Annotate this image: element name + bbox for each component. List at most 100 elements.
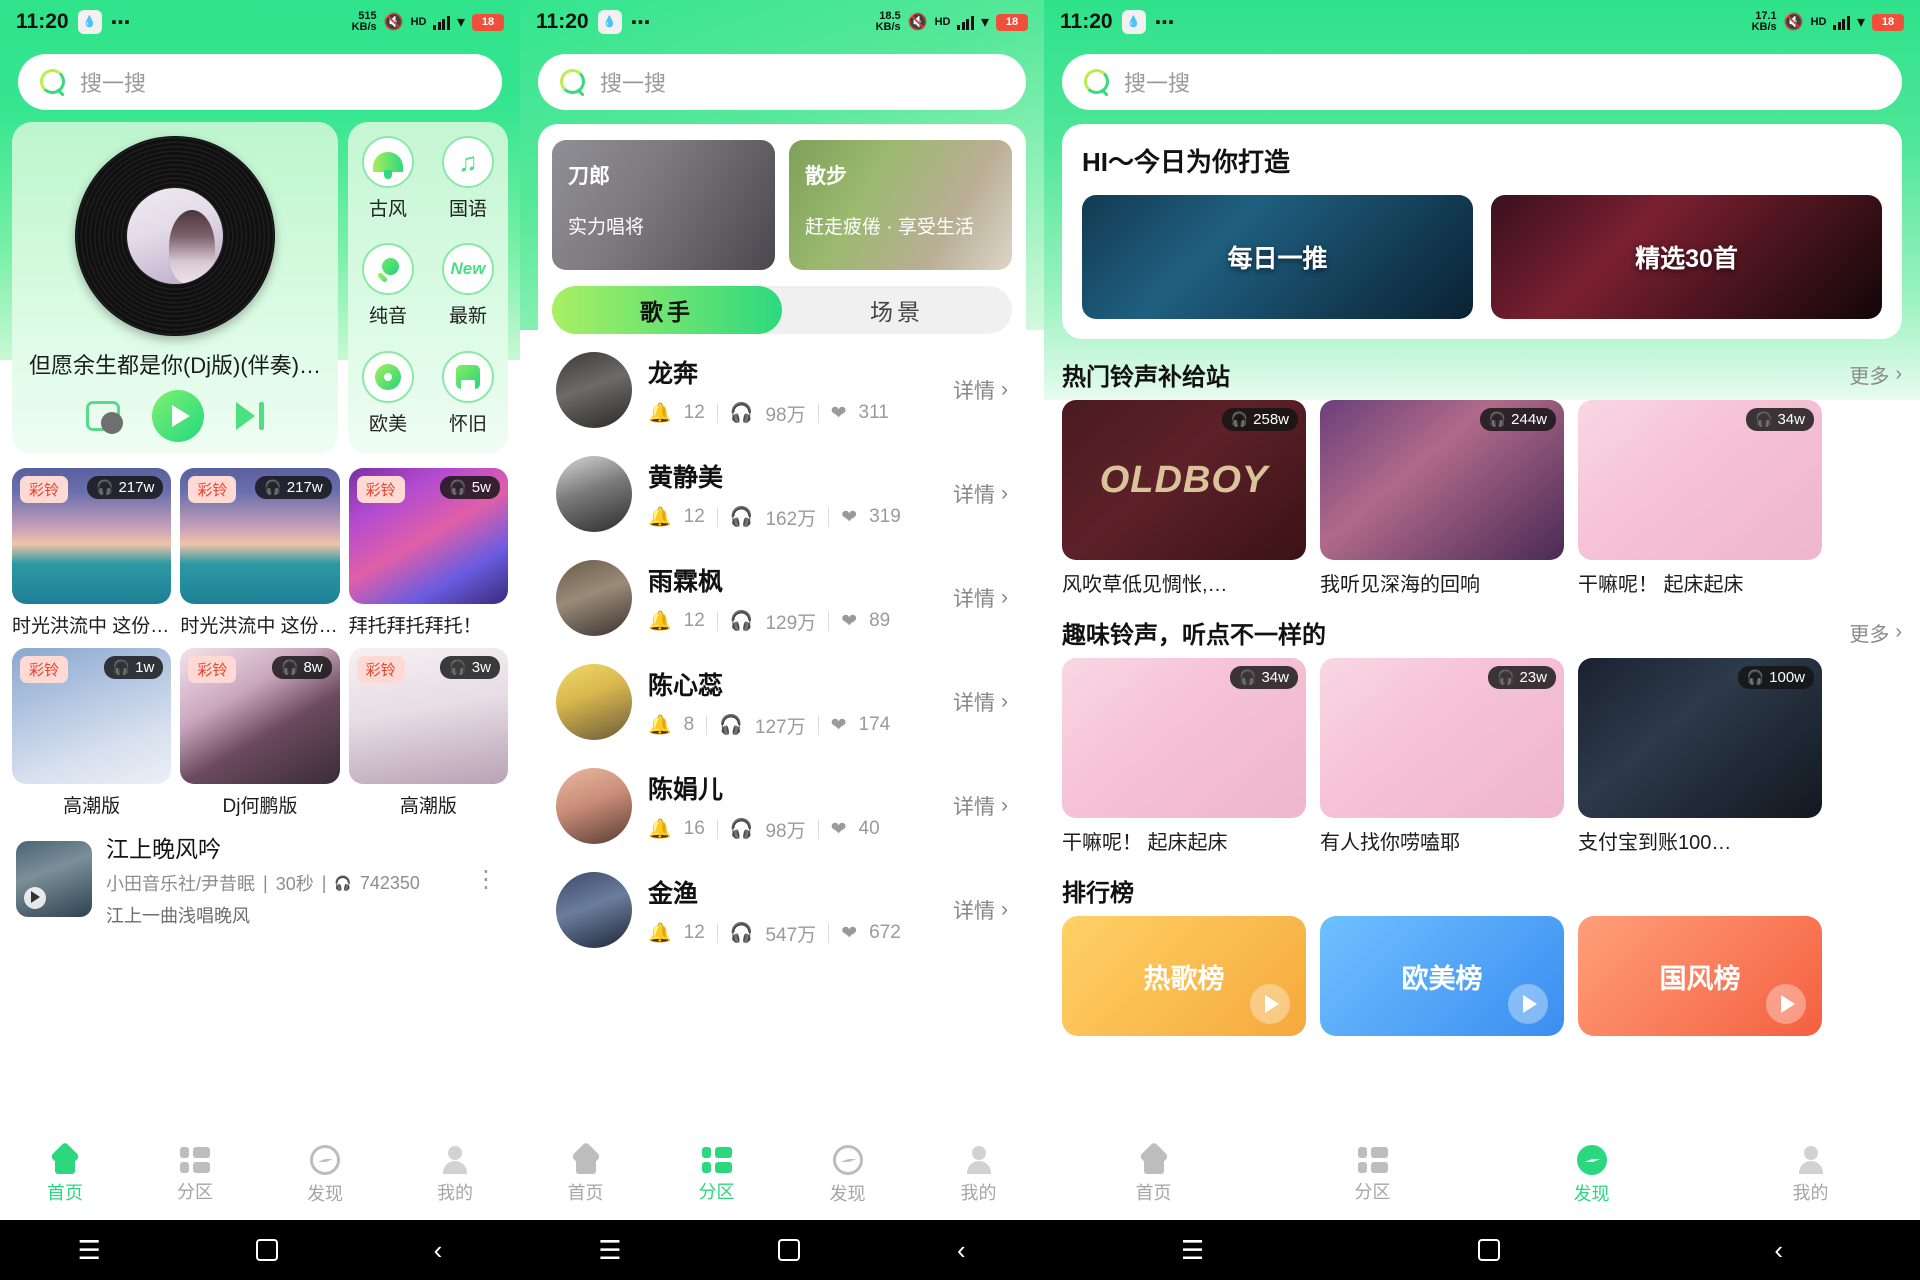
thumb-caption: 时光洪流中 这份… bbox=[12, 616, 170, 637]
hero-card-selection[interactable]: 精选30首 bbox=[1491, 195, 1882, 319]
headphone-icon: 🎧 bbox=[281, 659, 299, 675]
ringtone-card[interactable]: 🎧 34w 干嘛呢！ 起床起床 bbox=[1578, 400, 1822, 597]
ringtone-card[interactable]: OLDBOY 🎧 258w 风吹草低见惆怅,… bbox=[1062, 400, 1306, 597]
rank-card-western[interactable]: 欧美榜 bbox=[1320, 916, 1564, 1036]
rank-card-guofeng[interactable]: 国风榜 bbox=[1578, 916, 1822, 1036]
search-input[interactable]: 搜一搜 bbox=[600, 66, 666, 98]
home-square-icon[interactable] bbox=[256, 1239, 279, 1261]
artist-list-item[interactable]: 陈心蕊 🔔 8 🎧 127万 ❤ 174 详情 › bbox=[552, 650, 1012, 754]
category-item-guoyu[interactable]: ♫ 国语 bbox=[428, 136, 508, 229]
rank-card-hot[interactable]: 热歌榜 bbox=[1062, 916, 1306, 1036]
artist-list-item[interactable]: 金渔 🔔 12 🎧 547万 ❤ 672 详情 › bbox=[552, 858, 1012, 962]
next-track-icon[interactable] bbox=[236, 402, 264, 430]
menu-icon[interactable]: ☰ bbox=[78, 1235, 101, 1266]
segment-singer[interactable]: 歌手 bbox=[552, 286, 782, 334]
record-icon[interactable] bbox=[86, 401, 123, 434]
play-icon[interactable] bbox=[31, 891, 40, 903]
category-item-huaijiu[interactable]: 怀旧 bbox=[428, 350, 508, 444]
bell-icon: 🔔 bbox=[648, 923, 672, 944]
thumb-card[interactable]: 彩铃 🎧 3w 高潮版 bbox=[348, 648, 508, 818]
menu-icon[interactable]: ☰ bbox=[598, 1235, 621, 1266]
thumb-card[interactable]: 彩铃 🎧 1w 高潮版 bbox=[12, 648, 172, 818]
stat-divider bbox=[828, 611, 830, 631]
wifi-icon: ▾ bbox=[456, 14, 465, 31]
play-icon[interactable] bbox=[1508, 984, 1548, 1024]
tab-discover[interactable]: 发现 bbox=[782, 1144, 913, 1206]
play-icon[interactable] bbox=[152, 390, 204, 442]
ringtone-card[interactable]: 🎧 244w 我听见深海的回响 bbox=[1320, 400, 1564, 597]
detail-button[interactable]: 详情 › bbox=[953, 375, 1008, 405]
thumb-card[interactable]: 彩铃 🎧 217w 时光洪流中 这份… bbox=[180, 468, 340, 638]
song-list-item[interactable]: 江上晚风吟 小田音乐社/尹昔眠 | 30秒 | 🎧 742350 江上一曲浅唱晚… bbox=[0, 818, 520, 928]
thumb-card[interactable]: 彩铃 🎧 217w 时光洪流中 这份… bbox=[12, 468, 172, 638]
tab-mine[interactable]: 我的 bbox=[390, 1146, 520, 1205]
search-bar-panel2[interactable]: 搜一搜 bbox=[538, 54, 1026, 110]
tab-mine[interactable]: 我的 bbox=[1701, 1146, 1920, 1205]
tab-category[interactable]: 分区 bbox=[130, 1146, 260, 1204]
tab-home[interactable]: 首页 bbox=[1044, 1141, 1263, 1205]
ringtone-card[interactable]: 🎧 100w 支付宝到账100… bbox=[1578, 658, 1822, 855]
tab-mine[interactable]: 我的 bbox=[913, 1146, 1044, 1205]
headphone-icon: 🎧 bbox=[729, 403, 754, 424]
banner-daolang[interactable]: 刀郎 实力唱将 bbox=[552, 140, 775, 270]
hero-card-daily[interactable]: 每日一推 bbox=[1082, 195, 1473, 319]
player-card[interactable]: 但愿余生都是你(Dj版)(伴奏)… bbox=[12, 122, 338, 454]
play-count-badge: 🎧 244w bbox=[1479, 408, 1556, 431]
banner-walking[interactable]: 散步 赶走疲倦 · 享受生活 bbox=[789, 140, 1012, 270]
back-icon[interactable]: ‹ bbox=[957, 1235, 966, 1266]
headphone-icon: 🎧 bbox=[449, 479, 467, 495]
thumb-card[interactable]: 彩铃 🎧 5w 拜托拜托拜托！ bbox=[348, 468, 508, 638]
play-count-badge: 🎧 1w bbox=[103, 656, 164, 679]
category-item-guofeng[interactable]: 古风 bbox=[348, 136, 428, 229]
artist-list-item[interactable]: 黄静美 🔔 12 🎧 162万 ❤ 319 详情 › bbox=[552, 442, 1012, 546]
tab-discover[interactable]: 发现 bbox=[260, 1144, 390, 1206]
home-square-icon[interactable] bbox=[1478, 1239, 1501, 1261]
android-nav-bar-panel2: ☰ ‹ bbox=[520, 1220, 1044, 1280]
tag-badge: 彩铃 bbox=[20, 656, 69, 683]
detail-button[interactable]: 详情 › bbox=[953, 791, 1008, 821]
play-icon[interactable] bbox=[1250, 984, 1290, 1024]
user-icon bbox=[964, 1146, 994, 1174]
ringtone-card[interactable]: 🎧 23w 有人找你唠嗑耶 bbox=[1320, 658, 1564, 855]
search-bar-panel3[interactable]: 搜一搜 bbox=[1062, 54, 1902, 110]
tab-home[interactable]: 首页 bbox=[520, 1141, 651, 1205]
category-item-chunyin[interactable]: 纯音 bbox=[348, 243, 428, 336]
search-icon bbox=[560, 69, 586, 95]
more-button[interactable]: 更多 › bbox=[1849, 618, 1902, 647]
artist-list-item[interactable]: 龙奔 🔔 12 🎧 98万 ❤ 311 详情 › bbox=[552, 338, 1012, 442]
detail-button[interactable]: 详情 › bbox=[953, 895, 1008, 925]
search-input[interactable]: 搜一搜 bbox=[80, 66, 146, 98]
tab-category[interactable]: 分区 bbox=[651, 1146, 782, 1204]
tab-home[interactable]: 首页 bbox=[0, 1141, 130, 1205]
category-item-oumei[interactable]: 欧美 bbox=[348, 350, 428, 444]
ringtone-image: 🎧 34w bbox=[1062, 658, 1306, 818]
menu-icon[interactable]: ☰ bbox=[1181, 1235, 1204, 1266]
search-input[interactable]: 搜一搜 bbox=[1124, 66, 1190, 98]
search-bar-panel1[interactable]: 搜一搜 bbox=[18, 54, 502, 110]
fan-icon bbox=[362, 136, 414, 188]
back-icon[interactable]: ‹ bbox=[1774, 1235, 1783, 1266]
more-button[interactable]: 更多 › bbox=[1849, 360, 1902, 389]
status-right: 17.1 KB/s 🔇 HD ▾ 18 bbox=[1752, 11, 1904, 33]
tab-category[interactable]: 分区 bbox=[1263, 1146, 1482, 1204]
tab-discover[interactable]: 发现 bbox=[1482, 1144, 1701, 1206]
category-item-zuixin[interactable]: New 最新 bbox=[428, 243, 508, 336]
thumb-card[interactable]: 彩铃 🎧 8w Dj何鹏版 bbox=[180, 648, 340, 818]
ringtone-card[interactable]: 🎧 34w 干嘛呢！ 起床起床 bbox=[1062, 658, 1306, 855]
play-count: 244w bbox=[1511, 411, 1547, 428]
back-icon[interactable]: ‹ bbox=[434, 1235, 443, 1266]
detail-button[interactable]: 详情 › bbox=[953, 687, 1008, 717]
play-icon[interactable] bbox=[1766, 984, 1806, 1024]
segment-scene[interactable]: 场景 bbox=[782, 286, 1012, 334]
more-icon[interactable]: ⋮ bbox=[468, 865, 504, 894]
new-icon: New bbox=[442, 243, 494, 296]
detail-button[interactable]: 详情 › bbox=[953, 479, 1008, 509]
artist-list-item[interactable]: 雨霖枫 🔔 12 🎧 129万 ❤ 89 详情 › bbox=[552, 546, 1012, 650]
song-artist: 小田音乐社/尹昔眠 bbox=[106, 874, 256, 894]
like-count: 174 bbox=[858, 714, 891, 735]
chevron-right-icon: › bbox=[1001, 482, 1008, 505]
detail-button[interactable]: 详情 › bbox=[953, 583, 1008, 613]
artist-list-item[interactable]: 陈娟儿 🔔 16 🎧 98万 ❤ 40 详情 › bbox=[552, 754, 1012, 858]
home-square-icon[interactable] bbox=[778, 1239, 801, 1261]
headphone-icon: 🎧 bbox=[96, 479, 114, 495]
